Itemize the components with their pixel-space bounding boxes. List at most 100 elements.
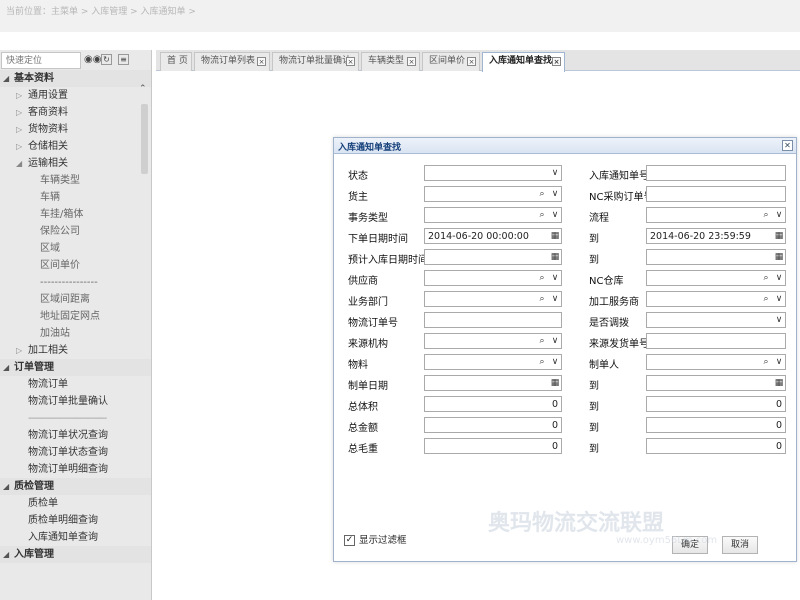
calendar-icon[interactable]: ▦ — [549, 250, 561, 264]
sidebar-leaf[interactable]: 区域间距离 — [0, 291, 151, 308]
sidebar-link[interactable]: 质检单明细查询 — [0, 512, 151, 529]
tab-1[interactable]: 物流订单列表 × — [194, 52, 270, 71]
close-icon[interactable]: ✕ — [782, 140, 793, 151]
sidebar-link[interactable]: 质检单 — [0, 495, 151, 512]
sidebar-scrollbar[interactable]: ⌃ — [139, 84, 149, 259]
tab-5[interactable]: 入库通知单查找 × — [482, 52, 565, 72]
calendar-icon[interactable]: ▦ — [549, 229, 561, 243]
chevron-down-icon[interactable]: ∨ — [549, 271, 561, 285]
sidebar-leaf[interactable]: 保险公司 — [0, 223, 151, 240]
expand-arrow-icon[interactable]: ◢ — [3, 478, 9, 495]
chevron-down-icon[interactable]: ∨ — [549, 166, 561, 180]
magnifier-icon[interactable]: ⌕ — [536, 208, 548, 222]
chevron-down-icon[interactable]: ∨ — [549, 187, 561, 201]
sidebar-group[interactable]: ◢ 入库管理 — [0, 546, 151, 563]
tab-close-icon[interactable]: × — [467, 57, 476, 66]
show-filter-checkbox[interactable]: ✓ — [344, 535, 355, 546]
sidebar-leaf[interactable]: 区域 — [0, 240, 151, 257]
show-filter-toggle[interactable]: ✓ 显示过滤框 — [344, 532, 407, 546]
magnifier-icon[interactable]: ⌕ — [760, 292, 772, 306]
collapsed-arrow-icon[interactable]: ▷ — [16, 138, 22, 155]
sidebar-group[interactable]: ◢ 订单管理 — [0, 359, 151, 376]
sidebar-link[interactable]: 物流订单状况查询 — [0, 427, 151, 444]
sidebar-leaf[interactable]: 加油站 — [0, 325, 151, 342]
field-input[interactable]: 2014-06-20 00:00:00 — [424, 228, 562, 244]
binoculars-icon[interactable]: ◉◉ — [84, 53, 101, 67]
collapsed-arrow-icon[interactable]: ▷ — [16, 342, 22, 359]
field-input[interactable] — [646, 375, 786, 391]
sidebar-item[interactable]: ▷ 客商资料 — [0, 104, 151, 121]
magnifier-icon[interactable]: ⌕ — [536, 292, 548, 306]
chevron-down-icon[interactable]: ∨ — [773, 271, 785, 285]
sidebar-item[interactable]: ▷ 通用设置 — [0, 87, 151, 104]
magnifier-icon[interactable]: ⌕ — [536, 187, 548, 201]
calendar-icon[interactable]: ▦ — [549, 376, 561, 390]
expand-arrow-icon[interactable]: ◢ — [3, 70, 9, 87]
sidebar-link[interactable]: 入库通知单查询 — [0, 529, 151, 546]
scroll-thumb[interactable] — [141, 104, 148, 174]
chevron-down-icon[interactable]: ∨ — [549, 334, 561, 348]
sidebar-link[interactable]: 物流订单状态查询 — [0, 444, 151, 461]
refresh-icon[interactable]: ↻ — [101, 54, 112, 65]
sidebar-link[interactable]: 物流订单明细查询 — [0, 461, 151, 478]
chevron-down-icon[interactable]: ∨ — [773, 313, 785, 327]
field-input[interactable] — [424, 375, 562, 391]
sidebar-leaf[interactable]: 车辆类型 — [0, 172, 151, 189]
sidebar-link[interactable]: 物流订单 — [0, 376, 151, 393]
field-input[interactable] — [646, 312, 786, 328]
tab-close-icon[interactable]: × — [257, 57, 266, 66]
cancel-button[interactable]: 取消 — [722, 536, 758, 554]
tab-4[interactable]: 区间单价 × — [422, 52, 480, 71]
calendar-icon[interactable]: ▦ — [773, 229, 785, 243]
field-input[interactable]: 0 — [424, 438, 562, 454]
sidebar-leaf[interactable]: 车辆 — [0, 189, 151, 206]
magnifier-icon[interactable]: ⌕ — [536, 355, 548, 369]
chevron-down-icon[interactable]: ∨ — [549, 355, 561, 369]
magnifier-icon[interactable]: ⌕ — [760, 271, 772, 285]
tab-close-icon[interactable]: × — [552, 57, 561, 66]
sidebar-item[interactable]: ▷ 加工相关 — [0, 342, 151, 359]
collapsed-arrow-icon[interactable]: ▷ — [16, 121, 22, 138]
sidebar-leaf[interactable]: 地址固定网点 — [0, 308, 151, 325]
collapsed-arrow-icon[interactable]: ▷ — [16, 104, 22, 121]
expand-arrow-icon[interactable]: ◢ — [3, 359, 9, 376]
magnifier-icon[interactable]: ⌕ — [536, 271, 548, 285]
calendar-icon[interactable]: ▦ — [773, 376, 785, 390]
tab-3[interactable]: 车辆类型 × — [361, 52, 420, 71]
field-input[interactable] — [424, 312, 562, 328]
field-input[interactable] — [424, 165, 562, 181]
magnifier-icon[interactable]: ⌕ — [760, 355, 772, 369]
list-icon[interactable]: ≡ — [118, 54, 129, 65]
sidebar-group[interactable]: ◢ 质检管理 — [0, 478, 151, 495]
field-input[interactable]: 0 — [424, 396, 562, 412]
chevron-down-icon[interactable]: ∨ — [549, 292, 561, 306]
sidebar-link[interactable]: 物流订单批量确认 — [0, 393, 151, 410]
magnifier-icon[interactable]: ⌕ — [760, 208, 772, 222]
field-input[interactable] — [646, 165, 786, 181]
collapsed-arrow-icon[interactable]: ▷ — [16, 87, 22, 104]
sidebar-leaf[interactable]: 区间单价 — [0, 257, 151, 274]
chevron-down-icon[interactable]: ∨ — [773, 208, 785, 222]
scroll-up-icon[interactable]: ⌃ — [139, 84, 149, 94]
sidebar-item[interactable]: ▷ 货物资料 — [0, 121, 151, 138]
field-input[interactable]: 0 — [646, 396, 786, 412]
quick-locate-input[interactable] — [1, 52, 81, 69]
field-input[interactable]: 2014-06-20 23:59:59 — [646, 228, 786, 244]
sidebar-item[interactable]: ▷ 仓储相关 — [0, 138, 151, 155]
sidebar-item[interactable]: ◢ 运输相关 — [0, 155, 151, 172]
tab-0[interactable]: 首 页 — [160, 52, 192, 71]
calendar-icon[interactable]: ▦ — [773, 250, 785, 264]
field-input[interactable] — [646, 249, 786, 265]
sidebar-group[interactable]: ◢ 基本资料 — [0, 70, 151, 87]
tab-close-icon[interactable]: × — [407, 57, 416, 66]
tab-close-icon[interactable]: × — [346, 57, 355, 66]
expanded-arrow-icon[interactable]: ◢ — [16, 155, 22, 172]
chevron-down-icon[interactable]: ∨ — [773, 292, 785, 306]
field-input[interactable]: 0 — [424, 417, 562, 433]
field-input[interactable] — [646, 186, 786, 202]
expand-arrow-icon[interactable]: ◢ — [3, 546, 9, 563]
field-input[interactable] — [424, 249, 562, 265]
chevron-down-icon[interactable]: ∨ — [549, 208, 561, 222]
field-input[interactable]: 0 — [646, 438, 786, 454]
tab-2[interactable]: 物流订单批量确认 × — [272, 52, 359, 71]
